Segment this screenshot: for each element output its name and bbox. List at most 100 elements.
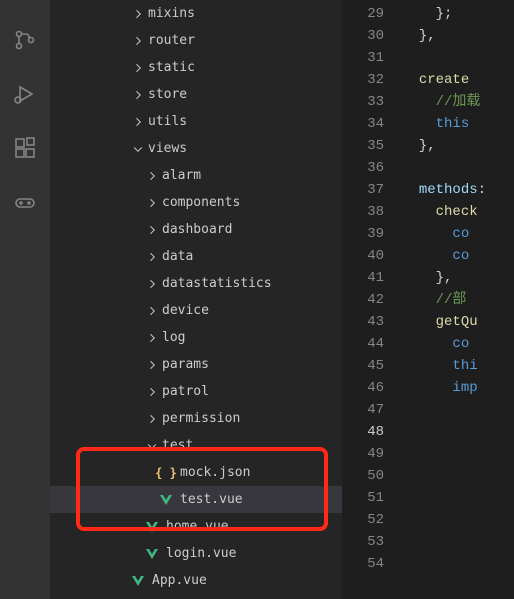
code-line[interactable] — [402, 399, 514, 421]
line-number: 49 — [342, 443, 384, 465]
code-line[interactable] — [402, 531, 514, 553]
chevron-right-icon[interactable] — [144, 357, 160, 373]
chevron-right-icon[interactable] — [144, 195, 160, 211]
chevron-right-icon[interactable] — [144, 303, 160, 319]
code-line[interactable]: }; — [402, 3, 514, 25]
tree-item-label: login.vue — [166, 546, 236, 561]
file-explorer: mixins routerstatic store utils views alarm co… — [50, 0, 342, 599]
line-number: 40 — [342, 245, 384, 267]
chevron-right-icon[interactable] — [130, 114, 146, 130]
line-number: 35 — [342, 135, 384, 157]
folder-item[interactable]: device — [50, 297, 342, 324]
folder-item[interactable]: log — [50, 324, 342, 351]
folder-item[interactable]: store — [50, 81, 342, 108]
folder-item[interactable]: params — [50, 351, 342, 378]
line-number: 45 — [342, 355, 384, 377]
line-number: 31 — [342, 47, 384, 69]
chevron-right-icon[interactable] — [130, 60, 146, 76]
code-line[interactable]: }, — [402, 25, 514, 47]
code-line[interactable]: //部 — [402, 289, 514, 311]
vue-icon — [130, 573, 146, 589]
code-line[interactable]: create — [402, 69, 514, 91]
file-item[interactable]: { }mock.json — [50, 459, 342, 486]
chevron-right-icon[interactable] — [130, 87, 146, 103]
run-debug-icon[interactable] — [13, 82, 37, 106]
vue-icon — [144, 519, 160, 535]
chevron-down-icon[interactable] — [130, 141, 146, 157]
code-line[interactable]: getQu — [402, 311, 514, 333]
folder-item[interactable]: router — [50, 27, 342, 54]
code-line[interactable]: }, — [402, 267, 514, 289]
line-number: 53 — [342, 531, 384, 553]
folder-item[interactable]: data — [50, 243, 342, 270]
folder-item[interactable]: patrol — [50, 378, 342, 405]
code-line[interactable]: imp — [402, 377, 514, 399]
code-line[interactable]: co — [402, 245, 514, 267]
chevron-right-icon[interactable] — [130, 6, 146, 22]
code-line[interactable] — [402, 47, 514, 69]
source-control-icon[interactable] — [13, 28, 37, 52]
code-line[interactable]: check — [402, 201, 514, 223]
code-line[interactable]: co — [402, 333, 514, 355]
chevron-down-icon[interactable] — [144, 438, 160, 454]
folder-item[interactable]: alarm — [50, 162, 342, 189]
vue-icon — [144, 546, 160, 562]
tree-item-label: log — [162, 330, 185, 345]
code-line[interactable]: //加载 — [402, 91, 514, 113]
tree-item-label: mixins — [148, 6, 195, 21]
tree-item-label: dashboard — [162, 222, 232, 237]
line-number: 44 — [342, 333, 384, 355]
code-line[interactable] — [402, 421, 514, 443]
folder-item[interactable]: test — [50, 432, 342, 459]
chevron-right-icon[interactable] — [144, 249, 160, 265]
line-number: 46 — [342, 377, 384, 399]
code-line[interactable] — [402, 443, 514, 465]
line-number: 47 — [342, 399, 384, 421]
line-gutter: 2930313233343536373839404142434445464748… — [342, 0, 402, 599]
file-item[interactable]: login.vue — [50, 540, 342, 567]
tree-item-label: permission — [162, 411, 240, 426]
code-line[interactable] — [402, 487, 514, 509]
code-line[interactable]: co — [402, 223, 514, 245]
code-editor[interactable]: 2930313233343536373839404142434445464748… — [342, 0, 514, 599]
folder-item[interactable]: dashboard — [50, 216, 342, 243]
folder-item[interactable]: mixins — [50, 0, 342, 27]
folder-item[interactable]: utils — [50, 108, 342, 135]
folder-item[interactable]: permission — [50, 405, 342, 432]
tree-item-label: params — [162, 357, 209, 372]
chevron-right-icon[interactable] — [144, 330, 160, 346]
chevron-right-icon[interactable] — [130, 33, 146, 49]
folder-item[interactable]: static — [50, 54, 342, 81]
folder-item[interactable]: components — [50, 189, 342, 216]
code-line[interactable] — [402, 553, 514, 575]
code-line[interactable]: }, — [402, 135, 514, 157]
tree-item-label: test.vue — [180, 492, 243, 507]
tree-item-label: alarm — [162, 168, 201, 183]
tree-item-label: views — [148, 141, 187, 156]
chevron-right-icon[interactable] — [144, 411, 160, 427]
tree-item-label: store — [148, 87, 187, 102]
code-line[interactable] — [402, 157, 514, 179]
code-area[interactable]: }; }, create //加载 this }, methods: check… — [402, 0, 514, 599]
chevron-right-icon[interactable] — [144, 384, 160, 400]
file-item[interactable]: test.vue — [50, 486, 342, 513]
code-line[interactable]: this — [402, 113, 514, 135]
code-line[interactable]: thi — [402, 355, 514, 377]
code-line[interactable] — [402, 465, 514, 487]
chevron-right-icon[interactable] — [144, 222, 160, 238]
file-item[interactable]: App.vue — [50, 567, 342, 594]
vue-icon — [158, 492, 174, 508]
line-number: 43 — [342, 311, 384, 333]
line-number: 36 — [342, 157, 384, 179]
folder-item[interactable]: views — [50, 135, 342, 162]
gamepad-icon[interactable] — [13, 190, 37, 214]
chevron-right-icon[interactable] — [144, 168, 160, 184]
file-item[interactable]: home.vue — [50, 513, 342, 540]
code-line[interactable]: methods: — [402, 179, 514, 201]
code-line[interactable] — [402, 509, 514, 531]
tree-item-label: utils — [148, 114, 187, 129]
tree-item-label: home.vue — [166, 519, 229, 534]
chevron-right-icon[interactable] — [144, 276, 160, 292]
folder-item[interactable]: datastatistics — [50, 270, 342, 297]
extensions-icon[interactable] — [13, 136, 37, 160]
